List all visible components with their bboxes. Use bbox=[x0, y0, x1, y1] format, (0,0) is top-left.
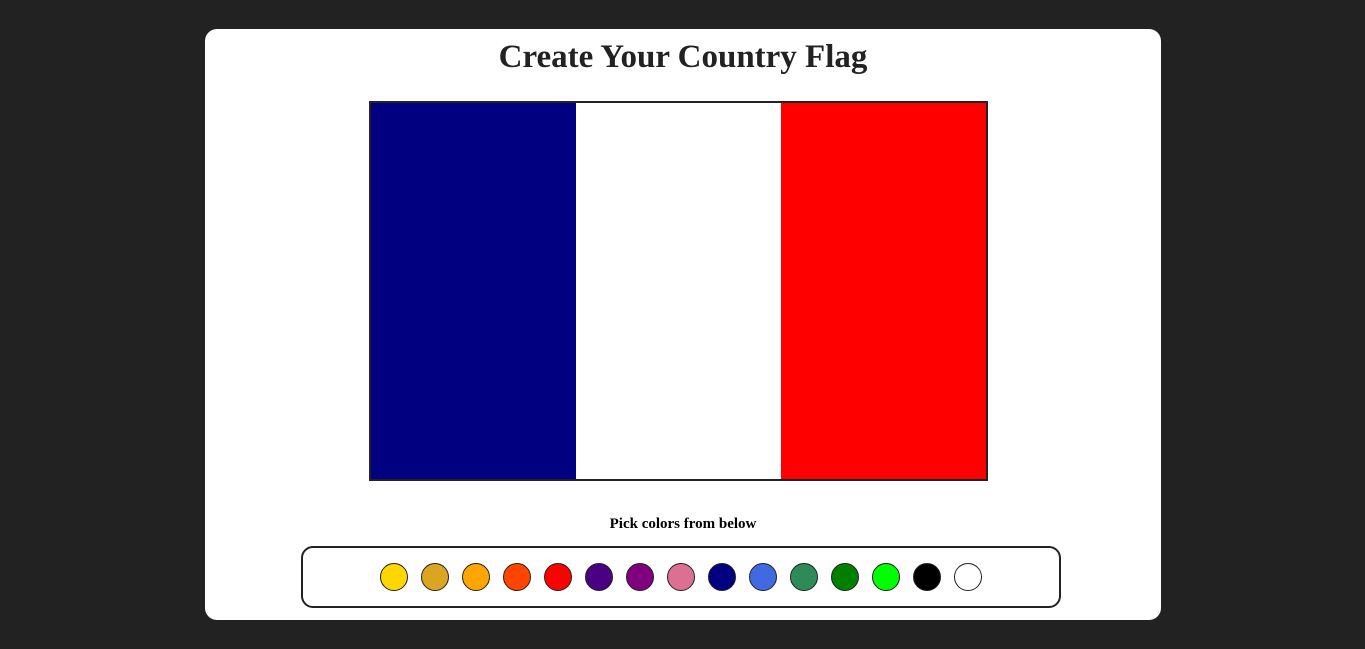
color-swatch[interactable] bbox=[462, 563, 490, 591]
color-swatch[interactable] bbox=[790, 563, 818, 591]
color-swatch[interactable] bbox=[708, 563, 736, 591]
color-swatch[interactable] bbox=[544, 563, 572, 591]
color-swatch[interactable] bbox=[913, 563, 941, 591]
page-title: Create Your Country Flag bbox=[498, 39, 868, 75]
flag-builder-card: Create Your Country Flag Pick colors fro… bbox=[205, 29, 1161, 620]
color-swatch[interactable] bbox=[872, 563, 900, 591]
flag-stripe-middle[interactable] bbox=[576, 103, 781, 479]
flag-stripe-left[interactable] bbox=[371, 103, 576, 479]
flag-stripe-right[interactable] bbox=[781, 103, 986, 479]
color-palette bbox=[301, 546, 1061, 608]
color-swatch[interactable] bbox=[585, 563, 613, 591]
color-swatch[interactable] bbox=[503, 563, 531, 591]
color-swatch[interactable] bbox=[667, 563, 695, 591]
flag-canvas bbox=[369, 101, 988, 481]
pick-colors-label: Pick colors from below bbox=[609, 516, 757, 532]
color-swatch[interactable] bbox=[831, 563, 859, 591]
color-swatch[interactable] bbox=[380, 563, 408, 591]
color-swatch[interactable] bbox=[749, 563, 777, 591]
color-swatch[interactable] bbox=[626, 563, 654, 591]
color-swatch[interactable] bbox=[421, 563, 449, 591]
color-swatch[interactable] bbox=[954, 563, 982, 591]
